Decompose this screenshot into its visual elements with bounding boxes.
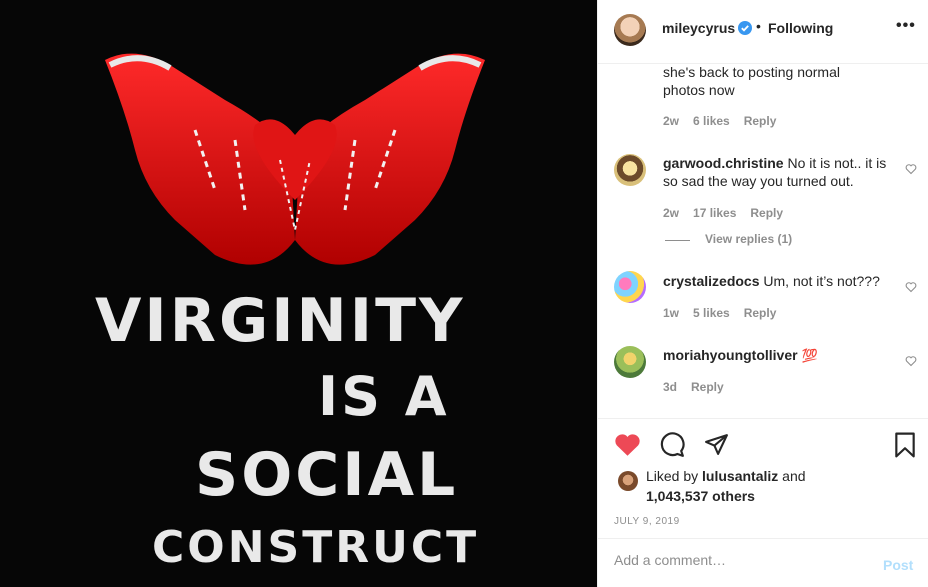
headline-line-4: CONSTRUCT: [152, 522, 480, 573]
reply-button[interactable]: Reply: [744, 306, 777, 320]
comment-icon[interactable]: [659, 432, 685, 458]
comment-meta: 1w 5 likes Reply: [663, 306, 790, 320]
verified-badge-icon: [738, 21, 752, 35]
headline-line-1: VIRGINITY: [95, 286, 466, 356]
comment-age: 3d: [663, 380, 678, 394]
post-image[interactable]: VIRGINITY IS A SOCIAL CONSTRUCT: [0, 0, 597, 587]
comment-age: 1w: [663, 306, 680, 320]
comment-meta: 2w 17 likes Reply: [663, 206, 797, 220]
replies-divider: [665, 240, 690, 241]
reply-button[interactable]: Reply: [691, 380, 724, 394]
comment-age: 2w: [663, 206, 680, 220]
comment-like-icon[interactable]: [905, 355, 917, 367]
like-heart-icon[interactable]: [614, 432, 641, 457]
comment-body: Um, not it’s not???: [763, 273, 880, 289]
liked-by-and: and: [782, 468, 806, 484]
hundred-emoji: 💯: [801, 348, 818, 363]
red-hands-heart-illustration: [105, 53, 485, 265]
comments-list[interactable]: she's back to posting normal photos now …: [598, 65, 928, 417]
post-date[interactable]: JULY 9, 2019: [614, 516, 680, 527]
reply-button[interactable]: Reply: [750, 206, 783, 220]
view-replies-button[interactable]: View replies (1): [705, 232, 792, 246]
author-avatar[interactable]: [614, 14, 646, 46]
commenter-username[interactable]: garwood.christine: [663, 155, 784, 171]
comment-likes[interactable]: 17 likes: [693, 206, 736, 220]
comment-text: moriahyoungtolliver 💯: [663, 346, 888, 365]
post-comment-button[interactable]: Post: [883, 557, 913, 573]
more-options-icon[interactable]: •••: [896, 17, 916, 35]
commenter-avatar[interactable]: [614, 346, 646, 378]
liked-by-username[interactable]: lulusantaliz: [702, 468, 778, 484]
liked-by-avatar[interactable]: [618, 471, 638, 491]
reply-button[interactable]: Reply: [744, 114, 777, 128]
comment-likes[interactable]: 5 likes: [693, 306, 730, 320]
commenter-username[interactable]: moriahyoungtolliver: [663, 347, 798, 363]
liked-by-others-count[interactable]: 1,043,537 others: [646, 488, 755, 504]
following-button[interactable]: Following: [768, 20, 833, 36]
post-actions: Liked by lulusantaliz and 1,043,537 othe…: [598, 418, 928, 538]
comment-like-icon[interactable]: [905, 281, 917, 293]
commenter-username[interactable]: crystalizedocs: [663, 273, 760, 289]
comment-meta: 2w 6 likes Reply: [663, 114, 790, 128]
comment-text: garwood.christine No it is not.. it is s…: [663, 154, 888, 190]
post-side-panel: mileycyrus • Following ••• she's back to…: [597, 0, 928, 587]
comment-meta: 3d Reply: [663, 380, 738, 394]
author-username[interactable]: mileycyrus: [662, 20, 735, 36]
commenter-avatar[interactable]: [614, 271, 646, 303]
add-comment-bar: Post: [598, 538, 928, 587]
headline-line-3: SOCIAL: [195, 440, 459, 510]
commenter-avatar[interactable]: [614, 154, 646, 186]
comment-text: she's back to posting normal photos now: [663, 65, 840, 98]
bookmark-icon[interactable]: [894, 432, 916, 458]
separator-dot: •: [756, 18, 761, 34]
headline-line-2: IS A: [318, 365, 450, 428]
share-icon[interactable]: [704, 432, 729, 457]
liked-by-prefix: Liked by: [646, 468, 699, 484]
add-comment-input[interactable]: [614, 552, 864, 568]
comment-likes[interactable]: 6 likes: [693, 114, 730, 128]
comment-like-icon[interactable]: [905, 163, 917, 175]
comment-age: 2w: [663, 114, 680, 128]
liked-by-text: Liked by lulusantaliz and 1,043,537 othe…: [646, 466, 806, 506]
comment-text: crystalizedocs Um, not it’s not???: [663, 272, 888, 290]
post-header: mileycyrus • Following •••: [598, 0, 928, 64]
